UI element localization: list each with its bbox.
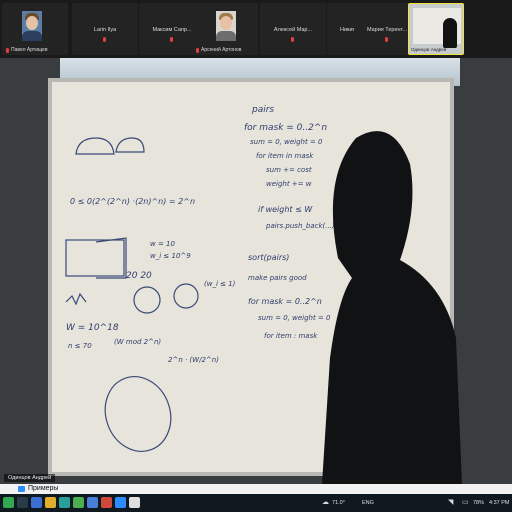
weather-icon[interactable]: ☁ (322, 494, 329, 512)
taskbar-app-icon[interactable] (73, 497, 84, 508)
participant-tile[interactable]: Арсений Артонов (192, 3, 258, 55)
muted-mic-icon (291, 37, 294, 42)
participant-tile[interactable]: Larin Ilya (72, 3, 138, 55)
participant-tile[interactable]: Алексей Мар... (260, 3, 326, 55)
main-video: 0 ≤ 0(2^(2^n) ·(2n)^n) = 2^n w = 10 w_i … (0, 58, 512, 484)
participant-video (22, 11, 42, 41)
taskbar-app-icon[interactable] (115, 497, 126, 508)
window-titlebar: Примеры (0, 484, 512, 494)
speaker-name-label: Одинцов Андрей (4, 474, 56, 482)
language-indicator[interactable]: ENG (362, 494, 374, 512)
taskbar-app-icon[interactable] (129, 497, 140, 508)
participant-name: Одинцов Андрей (411, 47, 447, 52)
taskbar-app-icon[interactable] (59, 497, 70, 508)
lecturer-silhouette (322, 131, 462, 484)
taskbar-app-icon[interactable] (31, 497, 42, 508)
speaker-silhouette (443, 18, 457, 48)
participant-name: Алексей Мар... (273, 27, 313, 33)
wifi-icon[interactable]: ◥ (448, 494, 453, 512)
participant-name: Арсений Артонов (201, 47, 242, 53)
battery-level: 78% (473, 500, 485, 506)
start-icon[interactable] (3, 497, 14, 508)
taskbar-app-icon[interactable] (101, 497, 112, 508)
battery-icon[interactable]: ▭ (462, 494, 469, 512)
participant-video (216, 11, 236, 41)
participant-name: Павел Артищев (11, 47, 48, 53)
clock[interactable]: 4:37 PM (489, 494, 509, 512)
taskbar: ☁ 71.0° ENG ◥ ▭ 78% 4:37 PM (0, 494, 512, 512)
participant-strip: Павел Артищев Larin Ilya Максим Сапр... … (0, 0, 512, 58)
participant-name: Larin Ilya (93, 27, 117, 33)
search-icon[interactable] (17, 497, 28, 508)
temperature[interactable]: 71.0° (332, 494, 345, 512)
taskbar-app-icon[interactable] (87, 497, 98, 508)
app-icon (18, 486, 25, 492)
muted-mic-icon (385, 37, 388, 42)
muted-mic-icon (170, 37, 173, 42)
taskbar-app-icon[interactable] (45, 497, 56, 508)
active-speaker-tile[interactable]: Одинцов Андрей (408, 3, 464, 55)
participant-tile[interactable]: Павел Артищев (2, 3, 68, 55)
muted-mic-icon (103, 37, 106, 42)
window-title: Примеры (28, 485, 59, 492)
